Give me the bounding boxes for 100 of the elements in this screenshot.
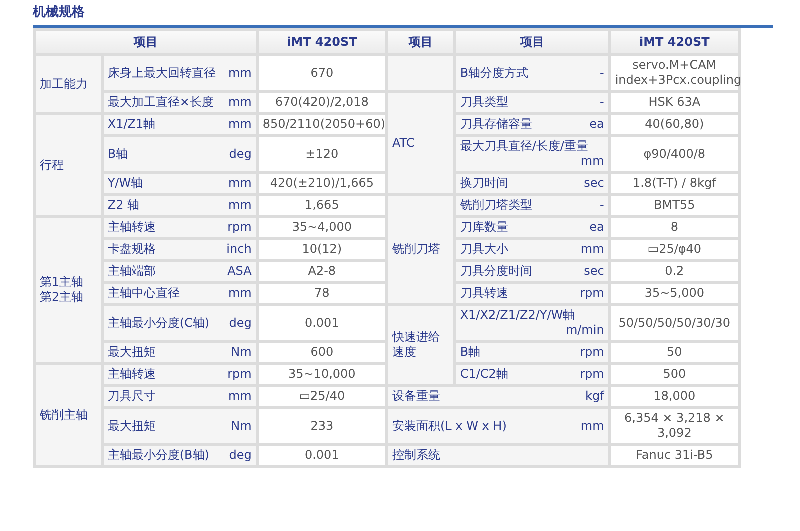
value-cell: 670(420)/2,018	[258, 93, 386, 112]
spec-label: 主轴最小分度(B轴)	[108, 448, 210, 463]
value-cell: 1,665	[258, 196, 386, 215]
spec-label: 铣削刀塔类型	[460, 198, 532, 213]
spec-label: Y/W轴	[108, 176, 144, 191]
value-cell: servo.M+CAM index+3Pcx.coupling	[611, 56, 738, 90]
category-label: 铣削刀塔	[392, 242, 442, 257]
spec-label: 控制系统	[392, 448, 440, 463]
unit-label: ea	[590, 220, 604, 235]
unit-label: mm	[228, 286, 252, 301]
unit-label: deg	[229, 146, 252, 162]
spec-label: 安装面积(L x W x H)	[392, 418, 507, 434]
value-cell: 8	[611, 218, 738, 237]
unit-label: deg	[229, 316, 252, 330]
spec-label: 刀具存储容量	[460, 117, 532, 132]
unit-label: sec	[584, 264, 604, 279]
value-cell: 420(±210)/1,665	[258, 174, 386, 193]
unit-label: kgf	[586, 389, 604, 404]
value-cell: Fanuc 31i-B5	[611, 446, 738, 465]
spec-label: 最大刀具直径/长度/重量	[460, 139, 588, 154]
value-cell: 850/2110(2050+60)	[258, 115, 386, 134]
unit-label: -	[600, 198, 604, 213]
unit-label: mm	[228, 95, 252, 110]
unit-label: rpm	[580, 286, 604, 301]
value-cell: 35~4,000	[258, 218, 386, 237]
category-label: 铣削主轴	[40, 408, 89, 422]
spec-label: 最大扭矩	[108, 418, 156, 434]
unit-label: -	[600, 95, 604, 110]
column-header: 项目	[36, 31, 256, 53]
value-cell: 6,354 × 3,218 × 3,092	[611, 409, 738, 443]
category-label: ATC	[392, 136, 416, 150]
value-cell: ▭25/φ40	[611, 240, 738, 259]
spec-label: 卡盘规格	[108, 242, 156, 257]
spec-label: 最大扭矩	[108, 345, 156, 360]
value-cell: 670	[258, 56, 386, 90]
section-title: 机械规格	[33, 4, 85, 22]
value-cell: 0.2	[611, 262, 738, 281]
unit-label: rpm	[580, 345, 604, 360]
spec-label: 主轴中心直径	[108, 286, 180, 301]
value-cell: 600	[258, 343, 386, 362]
value-cell: ▭25/40	[258, 387, 386, 406]
spec-label: 主轴端部	[108, 264, 156, 279]
spec-label: B軸	[460, 345, 481, 360]
spec-label: 最大加工直径×长度	[108, 95, 214, 110]
value-cell: 0.001	[258, 446, 386, 465]
value-cell: 10(12)	[258, 240, 386, 259]
value-cell: ±120	[258, 137, 386, 171]
unit-label: m/min	[566, 323, 604, 338]
value-cell: 40(60,80)	[611, 115, 738, 134]
spec-label: X1/Z1軸	[108, 117, 156, 132]
spec-label: 刀具分度时间	[460, 264, 532, 279]
spec-label: 刀具尺寸	[108, 389, 156, 404]
unit-label: -	[600, 66, 604, 80]
value-cell: 500	[611, 365, 738, 384]
unit-label: mm	[580, 154, 604, 169]
unit-label: sec	[584, 176, 604, 191]
unit-label: ea	[590, 117, 604, 132]
category-label: 第2主轴	[40, 290, 85, 305]
spec-label: 床身上最大回转直径	[108, 66, 216, 80]
column-header: 项目	[388, 31, 454, 53]
unit-label: Nm	[231, 418, 252, 434]
category-label: 加工能力	[40, 76, 89, 92]
category-label: 行程	[40, 158, 65, 172]
category-label: 速度	[392, 345, 418, 360]
value-cell: A2-8	[258, 262, 386, 281]
spec-label: C1/C2軸	[460, 367, 508, 382]
unit-label: mm	[228, 66, 252, 80]
unit-label: ASA	[228, 264, 252, 279]
unit-label: mm	[228, 389, 252, 404]
value-cell: 1.8(T-T) / 8kgf	[611, 174, 738, 193]
value-cell: φ90/400/8	[611, 137, 738, 171]
value-cell: 35~5,000	[611, 284, 738, 303]
column-header: 项目	[456, 31, 608, 53]
value-cell: 35~10,000	[258, 365, 386, 384]
value-cell: 78	[258, 284, 386, 303]
value-cell: 18,000	[611, 387, 738, 406]
unit-label: mm	[580, 242, 604, 257]
spec-label: 刀具转速	[460, 286, 508, 301]
value-cell: 0.001	[258, 306, 386, 340]
spec-label: B轴分度方式	[460, 66, 529, 80]
value-cell: 233	[258, 409, 386, 443]
spec-label: B轴	[108, 146, 128, 162]
spec-label: 主轴转速	[108, 220, 156, 235]
spec-label: 刀库数量	[460, 220, 508, 235]
category-label: 快速进给	[392, 330, 442, 345]
value-cell: 50	[611, 343, 738, 362]
spec-label: Z2 轴	[108, 198, 140, 213]
unit-label: mm	[228, 198, 252, 213]
column-header: iMT 420ST	[258, 31, 386, 53]
unit-label: rpm	[580, 367, 604, 382]
spec-label: 刀具大小	[460, 242, 508, 257]
spec-label: 主轴转速	[108, 367, 156, 382]
value-cell: 50/50/50/50/30/30	[611, 306, 738, 340]
spec-label: 刀具类型	[460, 95, 508, 110]
spec-label: 设备重量	[392, 389, 440, 404]
unit-label: deg	[229, 448, 252, 463]
unit-label: rpm	[228, 367, 252, 382]
column-header: iMT 420ST	[611, 31, 738, 53]
category-label: 第1主轴	[40, 275, 85, 290]
value-cell: HSK 63A	[611, 93, 738, 112]
